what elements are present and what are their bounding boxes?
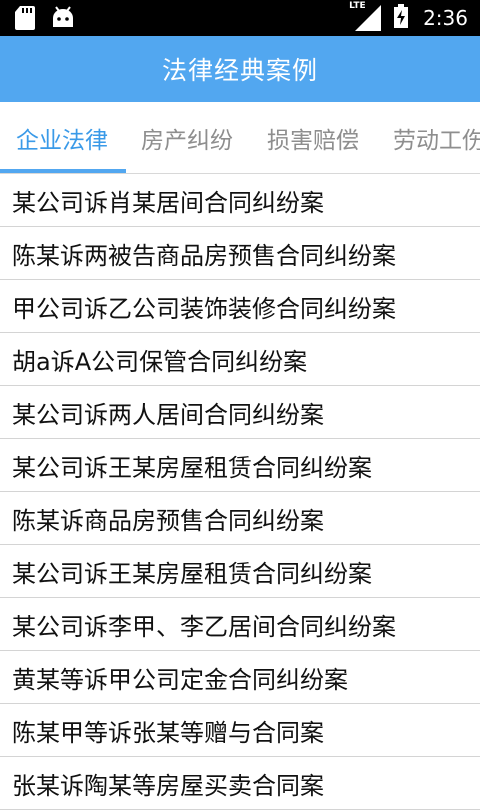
battery-charging-icon: [393, 3, 409, 33]
case-list-item[interactable]: 陈某诉两被告商品房预售合同纠纷案: [0, 227, 480, 280]
case-list-item[interactable]: 陈某甲等诉张某等赠与合同案: [0, 704, 480, 757]
network-type-label: LTE: [349, 1, 366, 11]
case-list-item[interactable]: 某公司诉两人居间合同纠纷案: [0, 386, 480, 439]
category-tab-bar: 企业法律 房产纠纷 损害赔偿 劳动工伤: [0, 102, 480, 174]
app-bar: 法律经典案例: [0, 36, 480, 102]
active-tab-indicator: [0, 169, 126, 173]
status-bar: LTE 2:36: [0, 0, 480, 36]
lte-signal-icon: LTE: [349, 1, 383, 33]
case-list-item[interactable]: 某公司诉王某房屋租赁合同纠纷案: [0, 545, 480, 598]
case-list-item[interactable]: 某公司诉李甲、李乙居间合同纠纷案: [0, 598, 480, 651]
tab-damage-compensation[interactable]: 损害赔偿: [267, 102, 359, 173]
tab-labor-injury[interactable]: 劳动工伤: [393, 102, 480, 173]
page-title: 法律经典案例: [161, 56, 318, 85]
tab-enterprise-law[interactable]: 企业法律: [16, 102, 108, 173]
case-list-item[interactable]: 某公司诉王某房屋租赁合同纠纷案: [0, 439, 480, 492]
clock: 2:36: [423, 6, 468, 30]
sd-card-icon: [14, 5, 36, 35]
case-list-item[interactable]: 陈某诉商品房预售合同纠纷案: [0, 492, 480, 545]
case-list-item[interactable]: 黄某等诉甲公司定金合同纠纷案: [0, 651, 480, 704]
case-list-item[interactable]: 张某诉陶某等房屋买卖合同案: [0, 757, 480, 810]
tab-property-dispute[interactable]: 房产纠纷: [141, 102, 233, 173]
case-list-item[interactable]: 甲公司诉乙公司装饰装修合同纠纷案: [0, 280, 480, 333]
case-list-item[interactable]: 胡a诉A公司保管合同纠纷案: [0, 333, 480, 386]
case-list-item[interactable]: 某公司诉肖某居间合同纠纷案: [0, 174, 480, 227]
case-list: 某公司诉肖某居间合同纠纷案 陈某诉两被告商品房预售合同纠纷案 甲公司诉乙公司装饰…: [0, 174, 480, 810]
android-icon: [50, 5, 76, 35]
